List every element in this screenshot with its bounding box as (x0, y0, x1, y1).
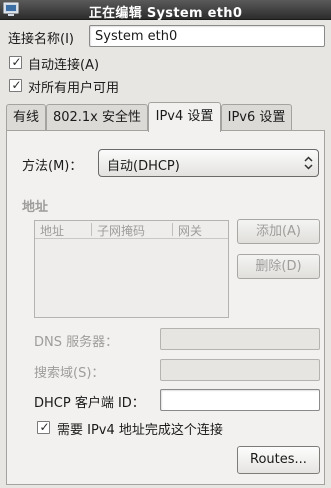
search-domains-input[interactable] (160, 359, 320, 381)
auto-connect-label[interactable]: 自动连接(A) (28, 54, 99, 73)
auto-connect-checkbox[interactable]: ✓ (9, 55, 22, 69)
method-combobox[interactable]: 自动(DHCP) (98, 149, 319, 177)
all-users-label[interactable]: 对所有用户可用 (28, 77, 119, 96)
method-value: 自动(DHCP) (107, 159, 180, 174)
dhcp-client-id-input[interactable] (160, 389, 320, 411)
connection-name-label: 连接名称(I) (8, 32, 74, 47)
address-heading: 地址 (22, 200, 49, 215)
column-separator (91, 223, 92, 236)
column-netmask: 子网掩码 (97, 224, 146, 238)
dns-servers-input[interactable] (160, 328, 320, 350)
delete-address-button[interactable]: 删除(D) (237, 254, 320, 279)
check-icon: ✓ (11, 78, 22, 92)
tab-ipv4-settings[interactable]: IPv4 设置 (148, 102, 221, 132)
tab-wired[interactable]: 有线 (6, 104, 46, 131)
search-domains-label: 搜索域(S)： (34, 366, 105, 381)
all-users-checkbox[interactable]: ✓ (9, 78, 22, 92)
add-address-button[interactable]: 添加(A) (237, 219, 320, 244)
window-titlebar[interactable]: 正在编辑 System eth0 (0, 0, 331, 21)
window-title: 正在编辑 System eth0 (88, 6, 243, 21)
routes-button[interactable]: Routes... (237, 446, 320, 474)
check-icon: ✓ (11, 55, 22, 69)
column-gateway: 网关 (178, 224, 203, 238)
require-ipv4-label[interactable]: 需要 IPv4 地址完成这个连接 (57, 419, 223, 438)
chevron-up-down-icon (304, 156, 313, 170)
check-icon: ✓ (39, 420, 50, 434)
dns-servers-label: DNS 服务器： (34, 335, 119, 350)
tab-8021x-security[interactable]: 802.1x 安全性 (46, 104, 148, 131)
connection-name-input[interactable]: System eth0 (89, 25, 325, 47)
address-table: 地址 子网掩码 网关 (34, 220, 229, 318)
require-ipv4-checkbox[interactable]: ✓ (37, 420, 50, 434)
tab-ipv6-settings[interactable]: IPv6 设置 (221, 104, 292, 131)
method-label: 方法(M)： (22, 159, 83, 174)
column-separator (172, 223, 173, 236)
column-address: 地址 (40, 224, 65, 238)
dhcp-client-id-label: DHCP 客户端 ID： (34, 396, 145, 411)
address-table-header: 地址 子网掩码 网关 (35, 221, 228, 239)
